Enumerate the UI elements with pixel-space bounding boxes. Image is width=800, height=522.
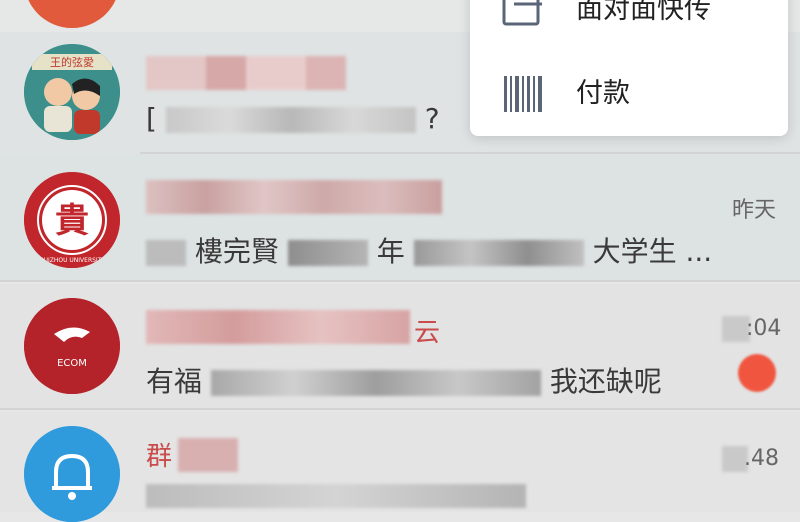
svg-text:ECOM: ECOM [57, 358, 87, 369]
unread-badge [738, 354, 776, 392]
avatar [24, 0, 120, 28]
svg-text:貴: 貴 [55, 201, 89, 241]
preview-end: ? [424, 102, 440, 135]
chat-row[interactable]: 貴 GUIZHOU UNIVERSITY 昨天 樓完賢 年 大学生 ... [0, 154, 800, 282]
menu-item-label: 面对面快传 [576, 0, 711, 25]
preview-text: 我还缺呢 [549, 365, 662, 398]
avatar [24, 426, 120, 522]
contact-name-blurred [146, 56, 346, 90]
barcode-icon [504, 76, 542, 112]
timestamp: 昨天 [732, 198, 777, 223]
preview-start: [ [146, 102, 157, 135]
menu-item-face-to-face-transfer[interactable]: 面对面快传 [470, 0, 788, 40]
preview-text: 年 [376, 235, 405, 268]
contact-name-end: 云 [414, 318, 441, 348]
preview-end: ... [685, 235, 713, 268]
contact-name-blurred [146, 310, 410, 344]
preview-blurred [210, 370, 541, 396]
avatar: 王的弦愛 [24, 44, 120, 140]
preview-text: 樓完賢 [194, 235, 279, 268]
avatar: 貴 GUIZHOU UNIVERSITY [24, 172, 120, 268]
bell-icon [24, 426, 120, 522]
timestamp: :04 [746, 316, 782, 341]
preview-blurred [165, 107, 416, 133]
contact-name-blurred [178, 438, 238, 472]
ecom-logo-icon: ECOM [24, 298, 120, 394]
chat-row[interactable]: 群 .48 [0, 412, 800, 522]
university-logo-icon: 貴 GUIZHOU UNIVERSITY [24, 172, 120, 268]
contact-name-start: 群 [146, 442, 173, 472]
transfer-icon [502, 0, 542, 26]
preview-text: 大学生 [592, 235, 677, 268]
preview-blurred [413, 240, 584, 266]
timestamp: .48 [744, 446, 779, 471]
message-preview: 有福 我还缺呢 [146, 360, 662, 400]
popup-menu: 面对面快传 付款 [470, 0, 788, 136]
chat-row[interactable]: ECOM 云 :04 有福 我还缺呢 [0, 284, 800, 410]
menu-item-label: 付款 [576, 78, 630, 109]
divider [0, 408, 800, 410]
avatar: ECOM [24, 298, 120, 394]
preview-blurred [146, 484, 526, 508]
contact-name-blurred [146, 180, 442, 214]
message-preview: 樓完賢 年 大学生 ... [146, 230, 712, 270]
preview-blurred [146, 240, 186, 266]
menu-item-payment[interactable]: 付款 [470, 64, 788, 124]
message-preview: [ ? [146, 102, 440, 135]
preview-blurred [287, 240, 368, 266]
svg-text:王的弦愛: 王的弦愛 [50, 55, 94, 69]
svg-text:GUIZHOU UNIVERSITY: GUIZHOU UNIVERSITY [39, 257, 105, 264]
preview-start: 有福 [146, 365, 203, 398]
divider [0, 280, 800, 282]
cartoon-avatar-icon: 王的弦愛 [24, 44, 120, 140]
